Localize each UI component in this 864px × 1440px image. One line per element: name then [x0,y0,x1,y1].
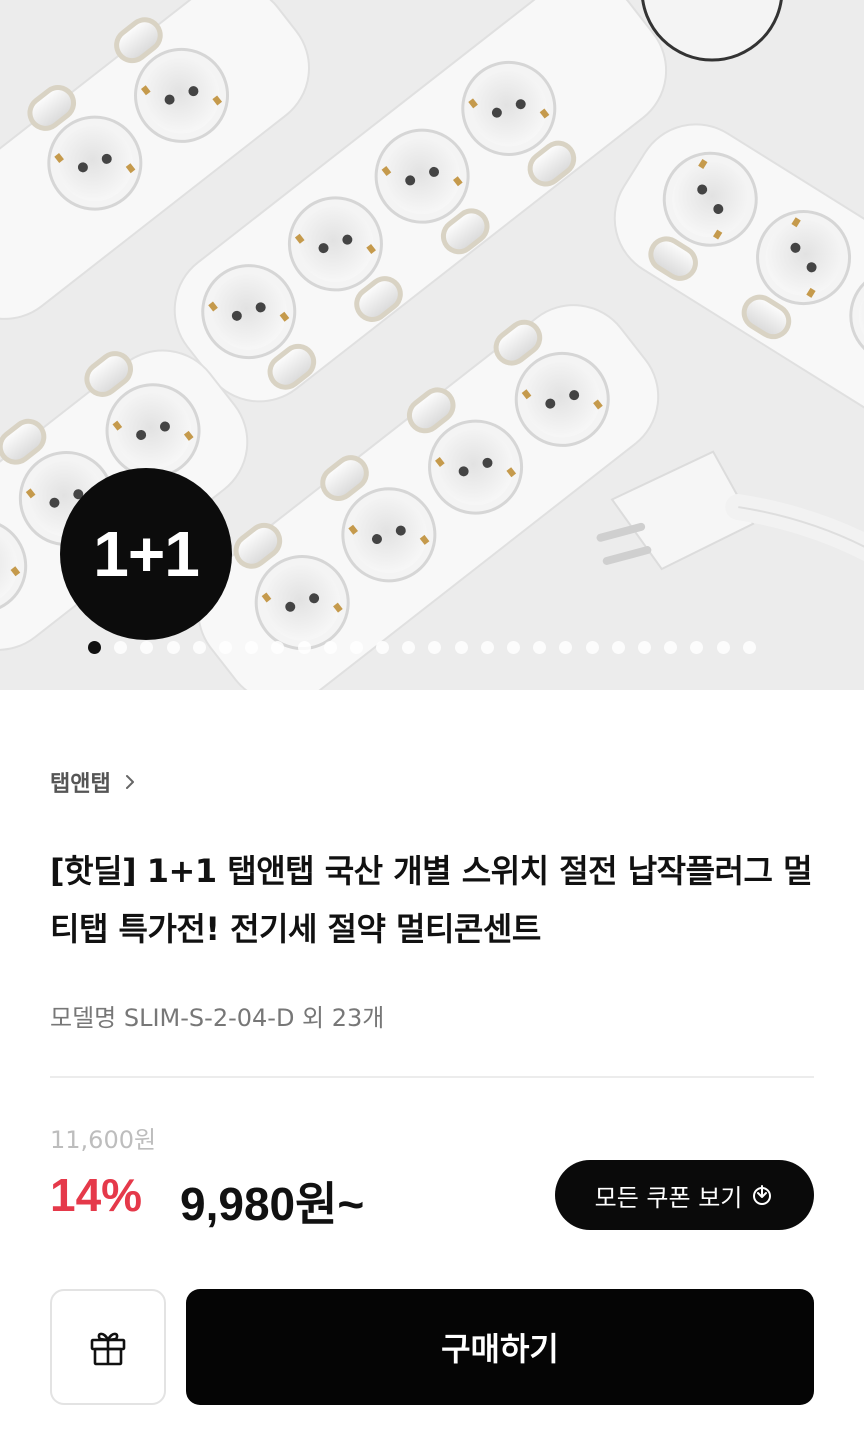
original-price: 11,600원 [50,1126,157,1154]
coupon-button-label: 모든 쿠폰 보기 [594,1183,743,1212]
download-icon [753,1185,772,1205]
carousel-dot[interactable] [664,640,678,654]
gift-button[interactable] [50,1289,166,1405]
carousel-dot[interactable] [559,640,573,654]
carousel-dot[interactable] [166,640,180,654]
carousel-dot[interactable] [637,640,651,654]
carousel-dot[interactable] [271,640,285,654]
carousel-dot[interactable] [742,640,756,654]
carousel-dot[interactable] [402,640,416,654]
carousel-dot[interactable] [611,640,625,654]
carousel-dot[interactable] [297,640,311,654]
carousel-dot[interactable] [245,640,259,654]
carousel-dot[interactable] [323,640,337,654]
buy-button[interactable]: 구매하기 [186,1289,814,1405]
carousel-dot[interactable] [376,640,390,654]
carousel-dot[interactable] [218,640,232,654]
sale-price: 9,980원~ [180,1178,365,1230]
product-title: [핫딜] 1+1 탭앤탭 국산 개별 스위치 절전 납작플러그 멀티탭 특가전!… [50,852,813,948]
one-plus-one-badge: 1+1 [60,468,232,640]
brand-link[interactable]: 탭앤탭 [50,766,139,798]
carousel-indicator[interactable] [88,640,756,654]
gift-icon [90,1332,126,1366]
carousel-dot[interactable] [428,640,442,654]
divider [50,1076,814,1078]
carousel-dot[interactable] [507,640,520,654]
carousel-dot[interactable] [88,640,101,654]
chevron-right-icon [125,775,134,789]
brand-name: 탭앤탭 [50,772,111,797]
carousel-dot[interactable] [585,640,599,654]
carousel-dot[interactable] [349,640,363,654]
carousel-dot[interactable] [114,640,128,654]
product-image-carousel[interactable]: 1+1 [0,0,864,690]
carousel-dot[interactable] [454,640,468,654]
discount-rate: 14% [50,1169,143,1221]
model-name: 모델명 SLIM-S-2-04-D 외 23개 [50,1004,385,1032]
carousel-dot[interactable] [716,640,730,654]
carousel-dot[interactable] [192,640,206,654]
carousel-dot[interactable] [533,640,547,654]
carousel-dot[interactable] [480,640,494,654]
carousel-dot[interactable] [690,640,704,654]
view-all-coupons-button[interactable]: 모든 쿠폰 보기 [555,1160,814,1230]
carousel-dot[interactable] [140,640,154,654]
